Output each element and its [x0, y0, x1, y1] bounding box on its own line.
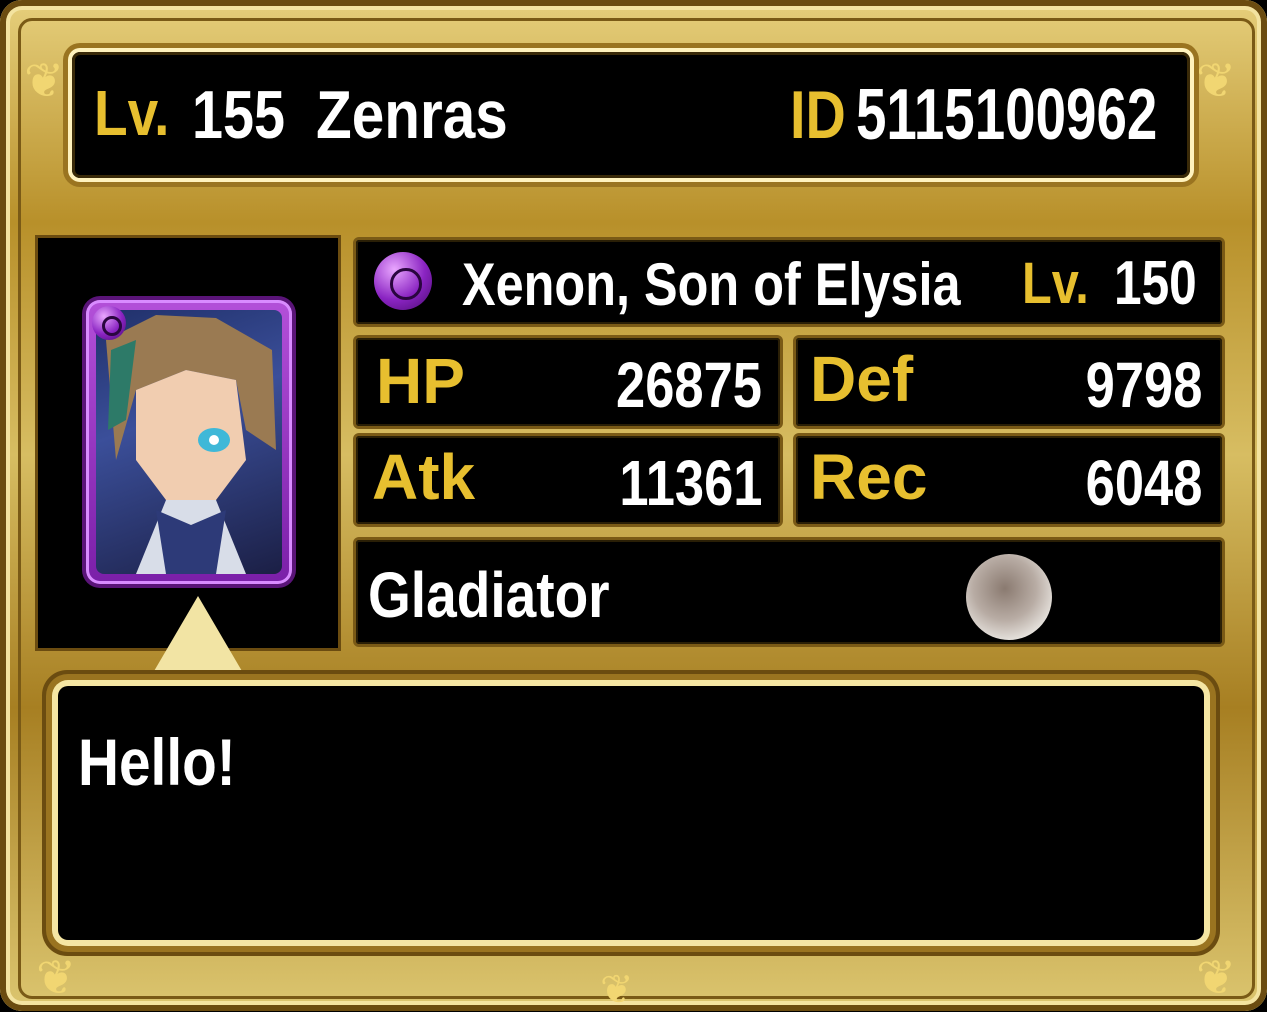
hero-art — [106, 315, 276, 574]
ornament-icon: ❦ — [1196, 55, 1237, 108]
ornament-icon: ❦ — [36, 952, 77, 1005]
unit-level: 150 — [1114, 249, 1197, 318]
player-name: Zenras — [316, 77, 508, 153]
unit-type-label: Gladiator — [368, 559, 610, 631]
ornament-icon: ❦ — [1196, 952, 1237, 1005]
message-box: Hello! — [58, 686, 1204, 940]
unit-name: Xenon, Son of Elysia — [462, 251, 961, 318]
ornament-icon: ❦ — [24, 55, 65, 108]
stat-hp: HP 26875 — [356, 338, 780, 426]
dark-element-icon — [92, 306, 126, 340]
player-level: 155 — [192, 77, 286, 153]
dark-element-icon — [374, 252, 432, 310]
sphere-icon — [966, 554, 1052, 640]
speech-tail — [150, 596, 246, 678]
player-level-label: Lv. — [94, 77, 170, 149]
stat-atk-label: Atk — [372, 441, 476, 513]
unit-level-label: Lv. — [1022, 251, 1089, 316]
stat-atk-value: 11361 — [618, 447, 762, 519]
stat-rec: Rec 6048 — [796, 436, 1222, 524]
stat-def-value: 9798 — [1085, 349, 1202, 421]
stat-rec-value: 6048 — [1085, 447, 1202, 519]
stat-atk: Atk 11361 — [356, 436, 780, 524]
stat-def: Def 9798 — [796, 338, 1222, 426]
stat-hp-value: 26875 — [616, 349, 762, 421]
unit-portrait-art — [96, 310, 282, 574]
message-text: Hello! — [78, 725, 236, 799]
unit-portrait[interactable] — [86, 300, 292, 584]
unit-name-row: Xenon, Son of Elysia Lv. 150 — [356, 240, 1222, 324]
player-id-label: ID — [790, 77, 846, 153]
player-header: Lv. 155 Zenras ID 5115100962 — [72, 52, 1190, 178]
unit-type-row: Gladiator — [356, 540, 1222, 644]
stat-def-label: Def — [810, 343, 914, 415]
stat-hp-label: HP — [376, 345, 465, 417]
player-id: 5115100962 — [856, 75, 1158, 155]
stat-rec-label: Rec — [810, 441, 928, 513]
ornament-icon: ❦ — [600, 968, 634, 1012]
